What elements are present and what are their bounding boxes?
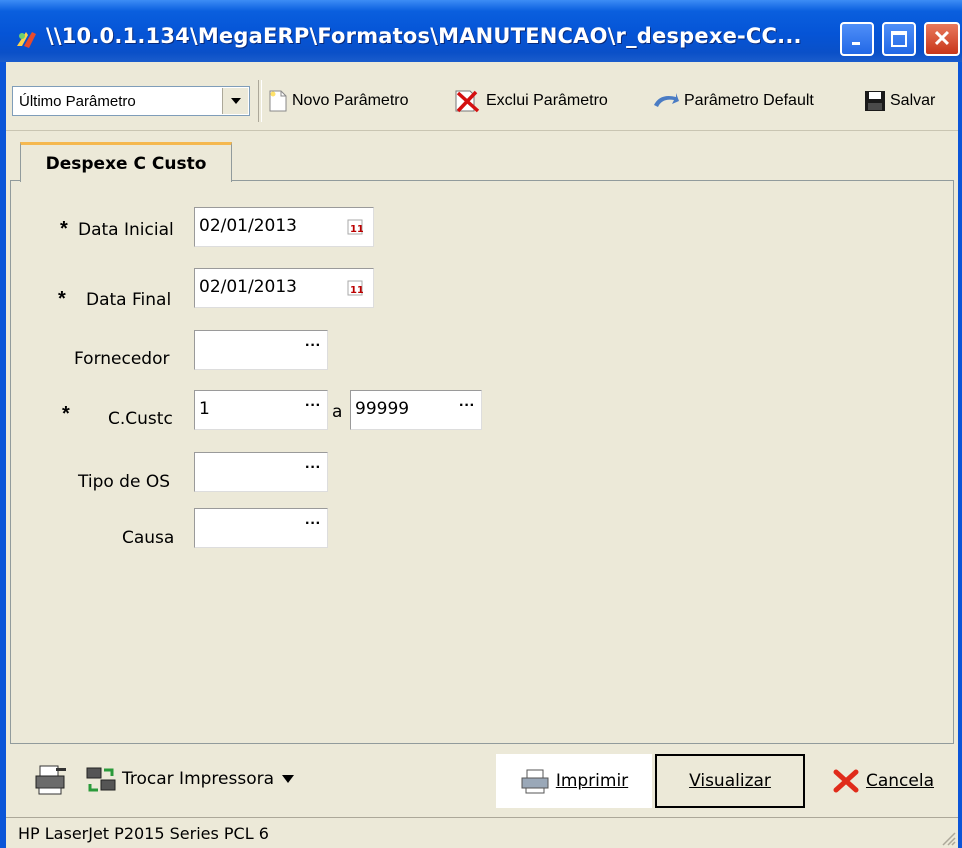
data-final-field[interactable]: 02/01/2013 11 (194, 268, 374, 308)
fornecedor-label: Fornecedor (74, 349, 170, 369)
fornecedor-field[interactable]: ··· (194, 330, 328, 370)
tipo-os-label: Tipo de OS (78, 472, 171, 492)
new-document-icon (269, 90, 287, 112)
lookup-button[interactable]: ··· (305, 515, 321, 533)
window-title: \\10.0.1.134\MegaERP\Formatos\MANUTENCAO… (46, 24, 802, 48)
close-button[interactable]: ✕ (924, 22, 960, 56)
cancel-button[interactable]: Cancela (818, 754, 948, 808)
delete-parameter-label: Exclui Parâmetro (486, 92, 608, 109)
lookup-button[interactable]: ··· (459, 397, 475, 415)
printer-settings-icon (35, 765, 66, 795)
svg-text:11: 11 (350, 224, 363, 235)
swap-printer-icon (86, 767, 116, 792)
save-button[interactable]: Salvar (864, 86, 935, 116)
maximize-icon (891, 31, 907, 47)
delete-icon (455, 90, 480, 113)
tab-despexe-c-custo[interactable]: Despexe C Custo (20, 142, 232, 182)
printer-settings-button[interactable] (34, 762, 68, 800)
data-final-value: 02/01/2013 (199, 277, 297, 297)
status-bar: HP LaserJet P2015 Series PCL 6 (6, 817, 958, 848)
ccusto-from-value: 1 (199, 399, 210, 419)
close-icon: ✕ (932, 26, 952, 51)
ccusto-label: C.Custc (108, 409, 173, 429)
data-inicial-label: Data Inicial (78, 220, 174, 240)
required-marker: * (58, 288, 66, 310)
default-parameter-label: Parâmetro Default (684, 92, 814, 109)
printer-icon (521, 769, 549, 794)
lookup-button[interactable]: ··· (305, 337, 321, 355)
ccusto-to-field[interactable]: 99999 ··· (350, 390, 482, 430)
maximize-button[interactable] (882, 22, 916, 56)
data-final-label: Data Final (86, 290, 172, 310)
calendar-icon[interactable]: 11 (347, 280, 364, 300)
change-printer-label: Trocar Impressora (122, 769, 275, 789)
causa-label: Causa (122, 528, 175, 548)
change-printer-button[interactable]: Trocar Impressora (84, 762, 295, 796)
preview-label: Visualizar (689, 771, 771, 791)
floppy-disk-icon (865, 91, 885, 111)
window-frame-left (0, 62, 6, 848)
new-parameter-label: Novo Parâmetro (292, 92, 409, 109)
chevron-down-icon (282, 775, 295, 783)
tab-panel (10, 180, 954, 744)
window-frame-right (958, 62, 962, 848)
calendar-icon[interactable]: 11 (347, 219, 364, 239)
ccusto-from-field[interactable]: 1 ··· (194, 390, 328, 430)
delete-parameter-button[interactable]: Exclui Parâmetro (452, 86, 608, 116)
new-parameter-button[interactable]: Novo Parâmetro (268, 86, 409, 116)
cancel-x-icon (833, 769, 859, 793)
default-parameter-button[interactable]: Parâmetro Default (652, 86, 814, 116)
preview-button[interactable]: Visualizar (655, 754, 805, 808)
toolbar-separator (258, 80, 262, 122)
tab-label: Despexe C Custo (45, 153, 207, 174)
lookup-button[interactable]: ··· (305, 459, 321, 477)
parameter-select-value: Último Parâmetro (19, 93, 136, 110)
save-label: Salvar (890, 92, 936, 109)
reset-arrow-icon (654, 93, 679, 107)
causa-field[interactable]: ··· (194, 508, 328, 548)
resize-grip-icon[interactable] (940, 830, 956, 846)
minimize-icon (852, 42, 860, 45)
data-inicial-field[interactable]: 02/01/2013 11 (194, 207, 374, 247)
printer-name: HP LaserJet P2015 Series PCL 6 (18, 824, 269, 843)
cancel-label: Cancela (865, 771, 934, 791)
minimize-button[interactable] (840, 22, 874, 56)
required-marker: * (62, 403, 70, 425)
app-icon (14, 26, 40, 52)
lookup-button[interactable]: ··· (305, 397, 321, 415)
parameter-select[interactable]: Último Parâmetro (12, 86, 250, 116)
print-label: Imprimir (555, 771, 629, 791)
ccusto-to-value: 99999 (355, 399, 410, 419)
data-inicial-value: 02/01/2013 (199, 216, 297, 236)
svg-text:11: 11 (350, 285, 363, 296)
chevron-down-icon[interactable] (222, 88, 248, 114)
range-separator: a (332, 402, 343, 422)
required-marker: * (60, 218, 68, 240)
tipo-os-field[interactable]: ··· (194, 452, 328, 492)
print-button[interactable]: Imprimir (496, 754, 652, 808)
